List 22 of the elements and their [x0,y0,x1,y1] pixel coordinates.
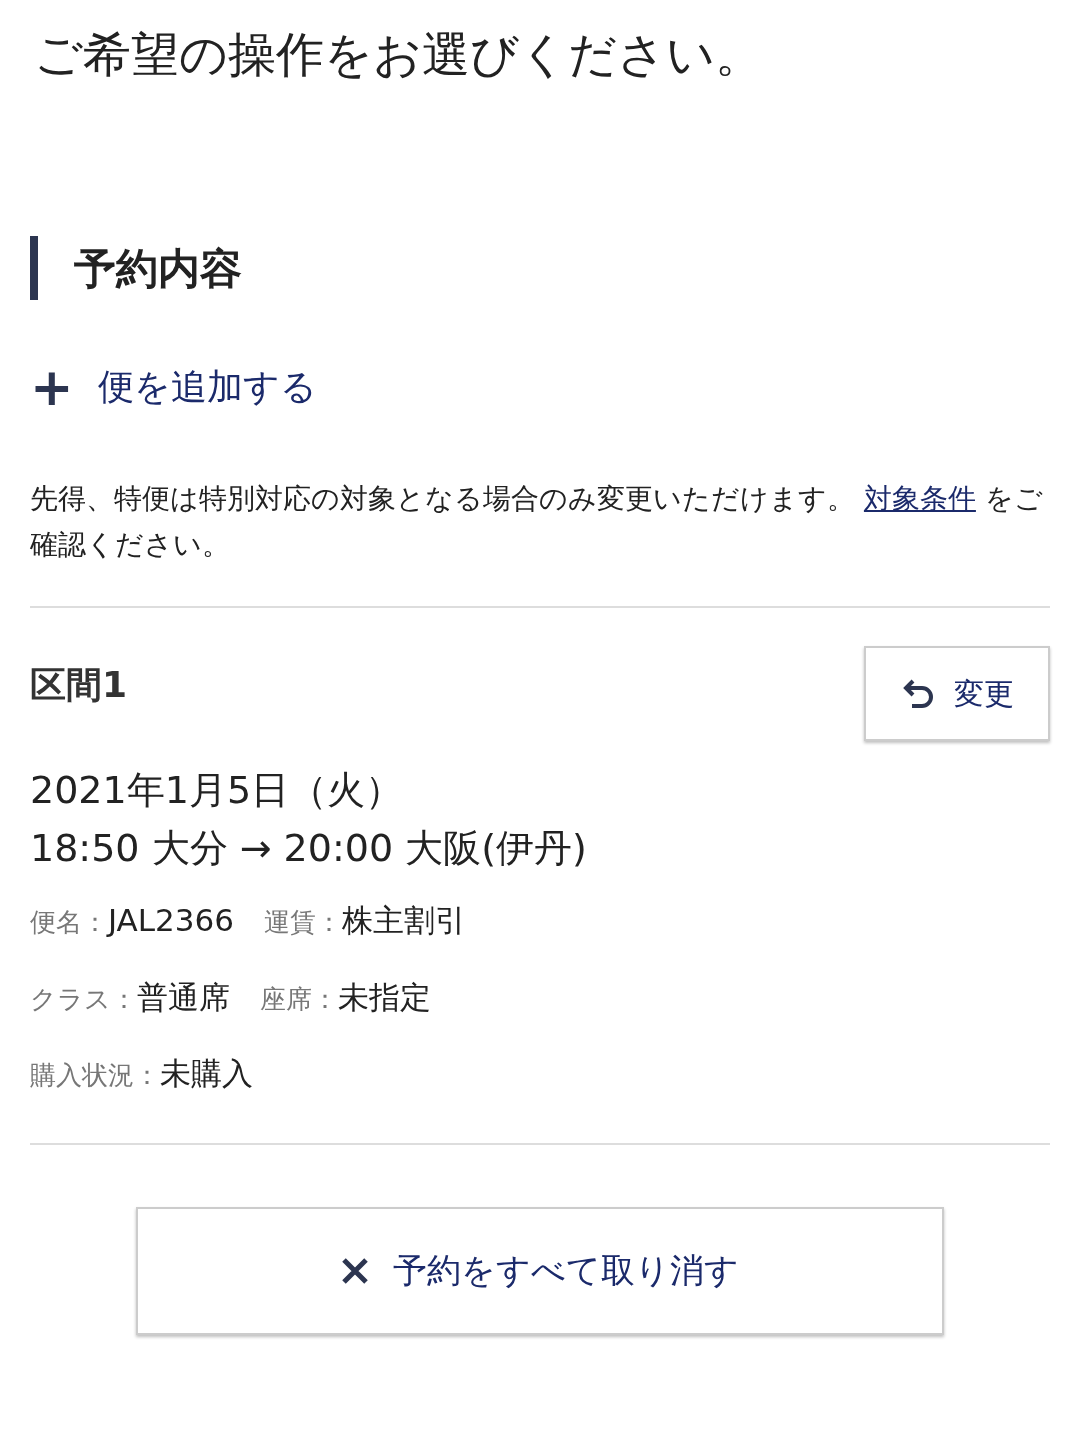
conditions-link[interactable]: 対象条件 [863,482,976,515]
detail-label: 座席： [260,982,338,1016]
change-button[interactable]: 変更 [864,646,1050,741]
close-icon [341,1256,369,1285]
detail-label: 運賃： [263,906,342,939]
flight-route: 18:50 大分 → 20:00 大阪(伊丹) [30,825,588,872]
plus-icon: + [30,361,74,413]
notice-text: 先得、特便は特別対応の対象となる場合のみ変更いただけます。 対象条件 をご確認ください。 [30,481,1044,563]
section-heading: 予約内容 [74,242,242,295]
segment-label: 区間1 [30,663,128,707]
add-flight-link[interactable]: + 便を追加する [30,360,1050,414]
detail-value: 株主割引 [341,901,466,940]
cancel-reservation-button[interactable]: 予約をすべて取り消す [136,1206,944,1335]
detail-label: クラス： [30,982,137,1016]
detail-value: 未購入 [160,1054,253,1093]
detail-value: JAL2366 [108,901,234,940]
detail-value: 未指定 [338,977,431,1017]
page-title: ご希望の操作をお選びください。 [34,25,764,84]
detail-value: 普通席 [137,977,230,1017]
add-flight-label: 便を追加する [97,365,317,409]
flight-date: 2021年1月5日（火） [30,767,405,814]
detail-label: 購入状況： [30,1059,160,1092]
